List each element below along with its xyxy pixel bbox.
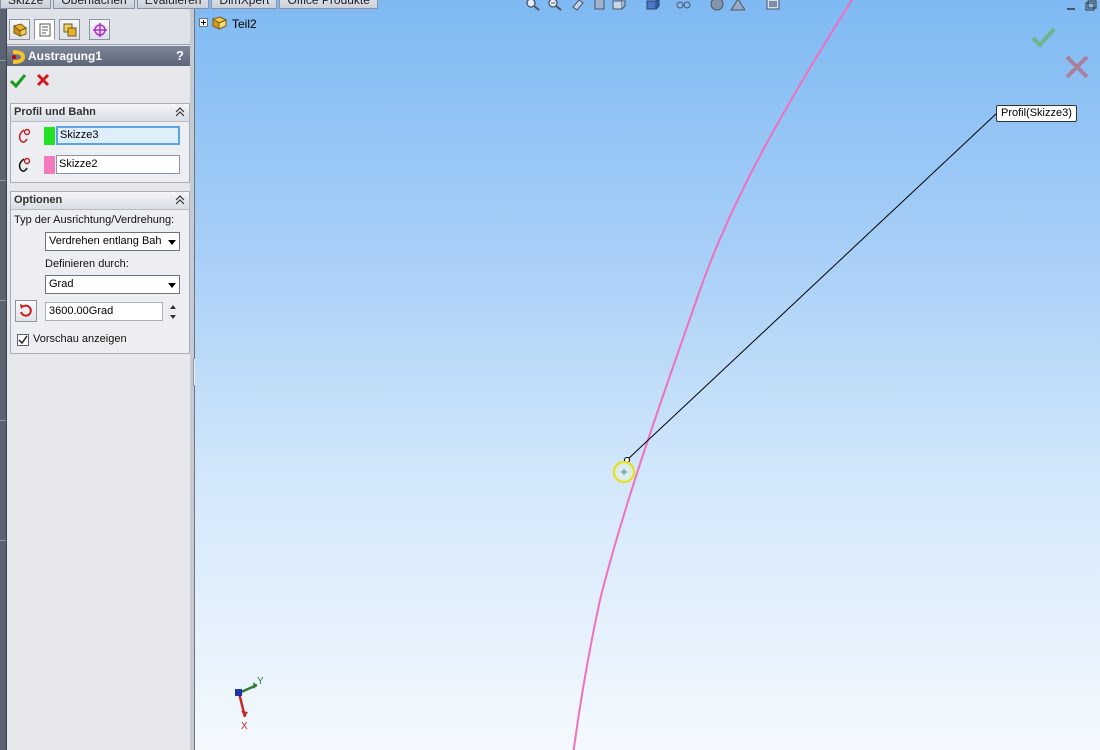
orientation-type-label: Typ der Ausrichtung/Verdrehung:: [14, 214, 175, 226]
cancel-button[interactable]: [35, 72, 51, 88]
callout-leader-line: [626, 112, 998, 461]
dropdown-value: Verdrehen entlang Bahn: [49, 235, 162, 247]
zoom-to-area-icon[interactable]: [547, 0, 563, 11]
feature-manager-tab[interactable]: [9, 19, 30, 40]
property-manager-tab[interactable]: [34, 19, 55, 40]
command-manager-tabs: Skizze Oberflächen Evaluieren DimXpert O…: [0, 0, 380, 9]
property-manager-title-bar: Austragung1 ?: [7, 46, 190, 66]
property-sheet-icon: [39, 23, 51, 37]
triad-x-label: X: [241, 721, 248, 732]
left-task-strip: [0, 0, 7, 750]
close-icon: [1065, 55, 1089, 79]
group-label: Optionen: [14, 194, 63, 206]
strip-divider: [0, 180, 6, 181]
triad-y-label: Y: [257, 676, 264, 687]
twist-angle-input[interactable]: 3600.00Grad: [45, 302, 163, 321]
dropdown-arrow-icon: [168, 240, 176, 245]
coordinate-axes-icon: Y X: [235, 676, 264, 732]
close-icon: [36, 73, 50, 87]
collapse-chevron-icon[interactable]: [175, 106, 185, 118]
configuration-manager-tab[interactable]: [59, 19, 80, 40]
manager-tabs: [7, 9, 190, 45]
strip-divider: [0, 420, 6, 421]
graphics-area[interactable]: Teil2 Profil(Skizze3) Y X: [195, 0, 1100, 750]
checkmark-icon: [18, 335, 28, 345]
scene-geometry: [572, 0, 998, 750]
tab-dimxpert[interactable]: DimXpert: [211, 0, 278, 9]
tree-root-label: Teil2: [232, 17, 257, 31]
tab-skizze[interactable]: Skizze: [0, 0, 52, 9]
configuration-icon: [63, 23, 77, 37]
group-header[interactable]: Profil und Bahn: [11, 104, 189, 122]
spin-up-icon[interactable]: [168, 303, 178, 311]
edit-appearance-icon[interactable]: [709, 0, 725, 11]
previous-view-icon[interactable]: [570, 0, 586, 11]
define-by-dropdown[interactable]: Grad: [45, 275, 180, 294]
tab-evaluieren[interactable]: Evaluieren: [136, 0, 210, 9]
hide-show-items-icon[interactable]: [675, 0, 691, 11]
display-style-icon[interactable]: [645, 0, 661, 11]
define-by-label: Definieren durch:: [45, 258, 129, 270]
sweep-path-curve[interactable]: [572, 0, 855, 750]
profile-selection-row: Skizze3: [11, 124, 189, 146]
reverse-direction-button[interactable]: [15, 300, 37, 322]
checkmark-icon: [9, 74, 27, 89]
strip-divider: [0, 540, 6, 541]
crosshair-icon: [93, 23, 107, 37]
orientation-type-dropdown[interactable]: Verdrehen entlang Bahn: [45, 232, 180, 251]
view-settings-icon[interactable]: [765, 0, 781, 11]
profile-selection-box[interactable]: Skizze3: [56, 126, 180, 145]
path-sketch-icon: [18, 157, 31, 172]
apply-scene-icon[interactable]: [729, 0, 745, 11]
reference-triad: Y X: [229, 673, 279, 733]
profile-color-swatch: [44, 127, 55, 145]
profile-and-path-group: Profil und Bahn Skizze3 Skizze2: [10, 103, 190, 183]
feature-tree-icon: [12, 23, 27, 37]
expand-icon[interactable]: [199, 18, 208, 27]
confirmation-corner-cancel-button[interactable]: [1064, 55, 1090, 79]
dropdown-arrow-icon: [168, 283, 176, 288]
dropdown-value: Grad: [49, 278, 74, 290]
feature-title: Austragung1: [28, 49, 103, 63]
path-color-swatch: [44, 156, 55, 174]
ok-button[interactable]: [9, 72, 27, 89]
group-header[interactable]: Optionen: [11, 192, 189, 210]
strip-divider: [0, 60, 6, 61]
zoom-to-fit-icon[interactable]: [525, 0, 541, 11]
show-preview-checkbox[interactable]: [17, 334, 29, 346]
profile-callout[interactable]: Profil(Skizze3): [996, 105, 1077, 122]
tab-oberflaechen[interactable]: Oberflächen: [53, 0, 135, 9]
window-controls: [1067, 0, 1097, 11]
checkmark-icon: [1031, 27, 1056, 48]
part-icon: [211, 16, 228, 30]
show-preview-label: Vorschau anzeigen: [33, 333, 127, 345]
tab-office-produkte[interactable]: Office Produkte: [279, 0, 378, 9]
sweep-feature-icon: [12, 50, 26, 64]
section-view-icon[interactable]: [592, 0, 608, 11]
property-manager-panel: Austragung1 ? Profil und Bahn Skizze3 Sk…: [7, 9, 191, 750]
confirmation-corner-ok-button[interactable]: [1031, 26, 1057, 50]
strip-divider: [0, 300, 6, 301]
spin-down-icon[interactable]: [168, 313, 178, 321]
restore-icon[interactable]: [1085, 0, 1097, 11]
rotate-icon: [20, 304, 32, 317]
group-label: Profil und Bahn: [14, 106, 96, 118]
view-orientation-icon[interactable]: [611, 0, 627, 11]
path-selection-box[interactable]: Skizze2: [56, 155, 180, 174]
twist-angle-row: 3600.00Grad: [11, 300, 189, 322]
collapse-chevron-icon[interactable]: [175, 194, 185, 206]
dimxpert-manager-tab[interactable]: [89, 19, 110, 40]
options-group: Optionen Typ der Ausrichtung/Verdrehung:…: [10, 191, 190, 354]
help-button[interactable]: ?: [176, 48, 184, 63]
path-selection-row: Skizze2: [11, 153, 189, 175]
profile-sketch-icon: [18, 128, 31, 143]
